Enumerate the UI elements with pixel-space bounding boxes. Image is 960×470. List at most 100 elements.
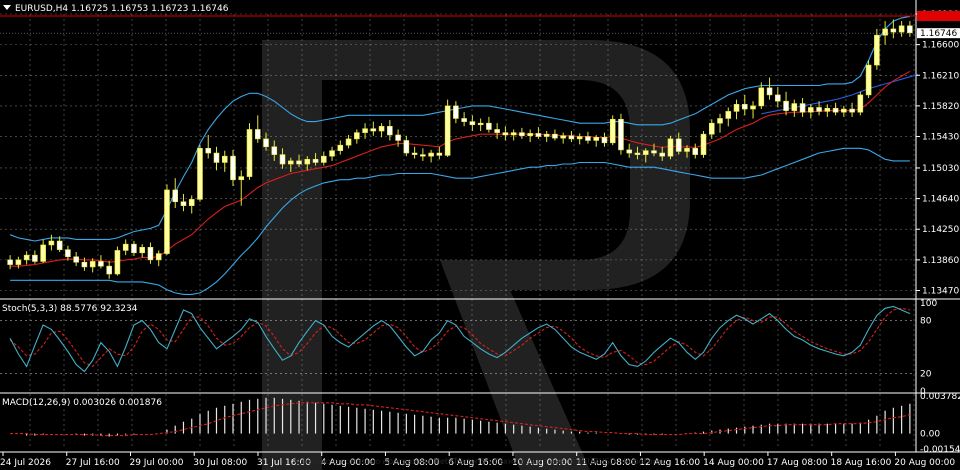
bearish-candle — [395, 134, 401, 141]
bearish-candle — [56, 240, 63, 250]
bearish-candle — [502, 132, 509, 136]
bearish-candle — [799, 103, 806, 113]
bearish-candle — [411, 152, 418, 155]
bullish-candle — [337, 144, 344, 151]
bullish-candle — [428, 152, 434, 157]
bearish-candle — [659, 152, 666, 157]
bearish-candle — [205, 148, 212, 154]
bearish-candle — [692, 148, 699, 155]
bearish-candle — [147, 246, 154, 261]
bullish-candle — [750, 105, 756, 110]
bullish-candle — [733, 104, 740, 112]
bearish-candle — [420, 154, 426, 157]
bullish-candle — [808, 107, 814, 113]
stochastic-tick-label: 100 — [920, 299, 937, 309]
bearish-candle — [296, 160, 302, 165]
bullish-candle — [354, 132, 360, 140]
bearish-candle — [675, 138, 682, 152]
bullish-candle — [609, 118, 616, 144]
bullish-candle — [40, 244, 46, 262]
bearish-candle — [453, 105, 459, 119]
bullish-candle — [114, 250, 121, 275]
bullish-candle — [841, 108, 847, 113]
macd-tick-label: 0.00 — [920, 430, 940, 440]
bullish-candle — [15, 259, 22, 265]
time-tick-label: 17 Aug 08:00 — [767, 458, 828, 468]
bullish-candle — [593, 137, 599, 141]
bearish-candle — [436, 152, 443, 156]
current-price-label: 1.16746 — [920, 29, 957, 39]
bearish-candle — [742, 104, 748, 110]
bullish-candle — [560, 135, 566, 139]
stochastic-tick-label: 80 — [920, 317, 932, 327]
time-tick-label: 18 Aug 16:00 — [831, 458, 892, 468]
bullish-candle — [155, 253, 162, 261]
bearish-candle — [131, 243, 137, 254]
bullish-candle — [321, 155, 327, 163]
macd-tick-label: 0.003782 — [920, 392, 960, 402]
bearish-candle — [486, 122, 492, 130]
bearish-candle — [172, 189, 178, 203]
time-tick-label: 30 Jul 08:00 — [193, 458, 247, 468]
bullish-candle — [164, 189, 170, 254]
bullish-candle — [477, 122, 484, 126]
bearish-candle — [634, 152, 641, 155]
bearish-candle — [494, 129, 500, 133]
bullish-candle — [329, 150, 335, 157]
bearish-candle — [461, 118, 467, 122]
bearish-candle — [263, 138, 269, 148]
bearish-candle — [403, 140, 410, 154]
bullish-candle — [48, 240, 55, 246]
bullish-candle — [345, 138, 352, 146]
bullish-candle — [238, 176, 245, 181]
bearish-candle — [254, 129, 261, 140]
bearish-candle — [552, 133, 558, 139]
bullish-candle — [362, 128, 368, 133]
bullish-candle — [23, 254, 30, 261]
bearish-candle — [370, 128, 377, 132]
bullish-candle — [288, 160, 294, 165]
price-tick-label: 1.15030 — [922, 164, 959, 174]
bearish-candle — [832, 107, 839, 113]
time-tick-label: 29 Jul 00:00 — [129, 458, 183, 468]
bullish-candle — [865, 64, 872, 96]
bullish-candle — [543, 133, 550, 137]
bullish-candle — [246, 129, 253, 177]
bearish-candle — [568, 135, 575, 140]
time-tick-label: 24 Jul 2026 — [0, 458, 51, 468]
bullish-candle — [758, 87, 765, 107]
bullish-candle — [857, 94, 864, 113]
bearish-candle — [271, 146, 278, 155]
bearish-candle — [230, 155, 236, 181]
trading-chart[interactable]: 1.169901.166001.162101.158201.154301.150… — [0, 0, 960, 470]
bearish-candle — [98, 261, 104, 267]
bearish-candle — [81, 261, 88, 268]
bullish-candle — [188, 199, 195, 206]
price-tick-label: 1.16600 — [922, 41, 959, 51]
macd-title: MACD(12,26,9) 0.003026 0.001876 — [2, 398, 162, 408]
time-tick-label: 20 Aug 00:00 — [894, 458, 955, 468]
bearish-candle — [766, 87, 773, 96]
bullish-candle — [684, 148, 690, 152]
bearish-candle — [907, 25, 913, 34]
bullish-candle — [642, 150, 649, 155]
bearish-candle — [535, 133, 542, 137]
bullish-candle — [89, 261, 96, 268]
bullish-candle — [898, 25, 905, 33]
price-tick-label: 1.15820 — [922, 102, 959, 112]
price-tick-label: 1.13470 — [922, 287, 959, 297]
bullish-candle — [824, 107, 831, 112]
bearish-candle — [312, 159, 319, 163]
watermark-caption: Сделано с помощью программы MetaTrader 5… — [295, 457, 666, 466]
price-tick-label: 1.16210 — [922, 71, 959, 81]
time-tick-label: 27 Jul 16:00 — [66, 458, 120, 468]
bearish-candle — [601, 137, 608, 144]
bullish-candle — [700, 133, 707, 155]
bearish-candle — [32, 254, 38, 262]
bearish-candle — [180, 201, 187, 206]
bearish-candle — [213, 152, 220, 163]
stochastic-title: Stoch(5,3,3) 88.5776 92.3234 — [2, 304, 138, 314]
bearish-candle — [626, 149, 632, 154]
bullish-candle — [139, 246, 145, 254]
bullish-candle — [874, 34, 880, 66]
